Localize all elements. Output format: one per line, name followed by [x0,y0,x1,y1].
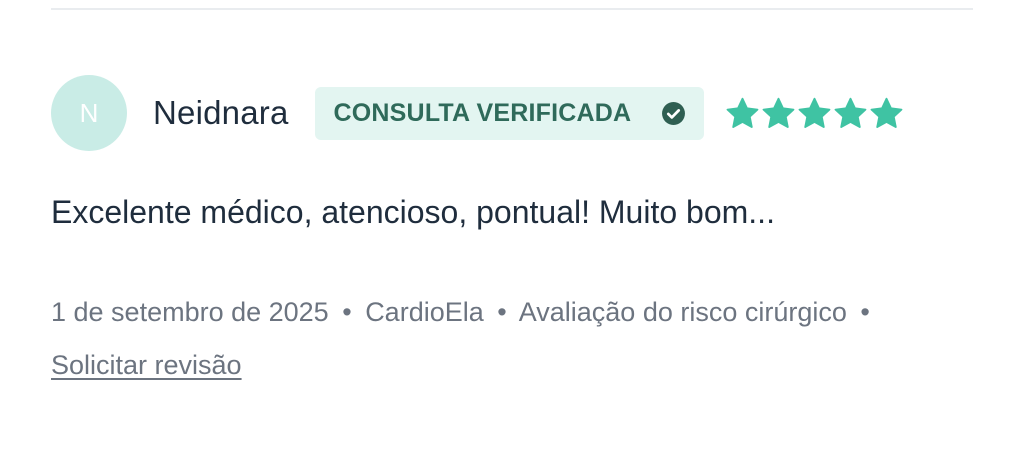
star-icon [761,96,796,131]
request-review-link[interactable]: Solicitar revisão [51,350,242,380]
meta-separator: • [497,297,507,327]
review-service: Avaliação do risco cirúrgico [518,297,847,327]
star-icon [797,96,832,131]
avatar-initial: N [79,97,99,128]
star-icon [869,96,904,131]
meta-separator: • [860,297,870,327]
star-rating [725,96,905,131]
review-card: N Neidnara CONSULTA VERIFICADA Excelente… [0,0,1024,464]
avatar: N [51,75,127,151]
review-location: CardioEla [365,297,484,327]
review-header: N Neidnara CONSULTA VERIFICADA [51,75,905,151]
reviewer-name: Neidnara [153,94,289,131]
star-icon [833,96,868,131]
top-divider [51,8,973,10]
review-meta: 1 de setembro de 2025 • CardioEla • Aval… [51,286,981,392]
star-icon [725,96,760,131]
check-circle-icon [661,101,686,126]
verified-badge: CONSULTA VERIFICADA [314,86,705,140]
review-text: Excelente médico, atencioso, pontual! Mu… [51,194,775,230]
meta-separator: • [342,297,352,327]
verified-badge-label: CONSULTA VERIFICADA [333,98,632,127]
review-date: 1 de setembro de 2025 [51,297,329,327]
